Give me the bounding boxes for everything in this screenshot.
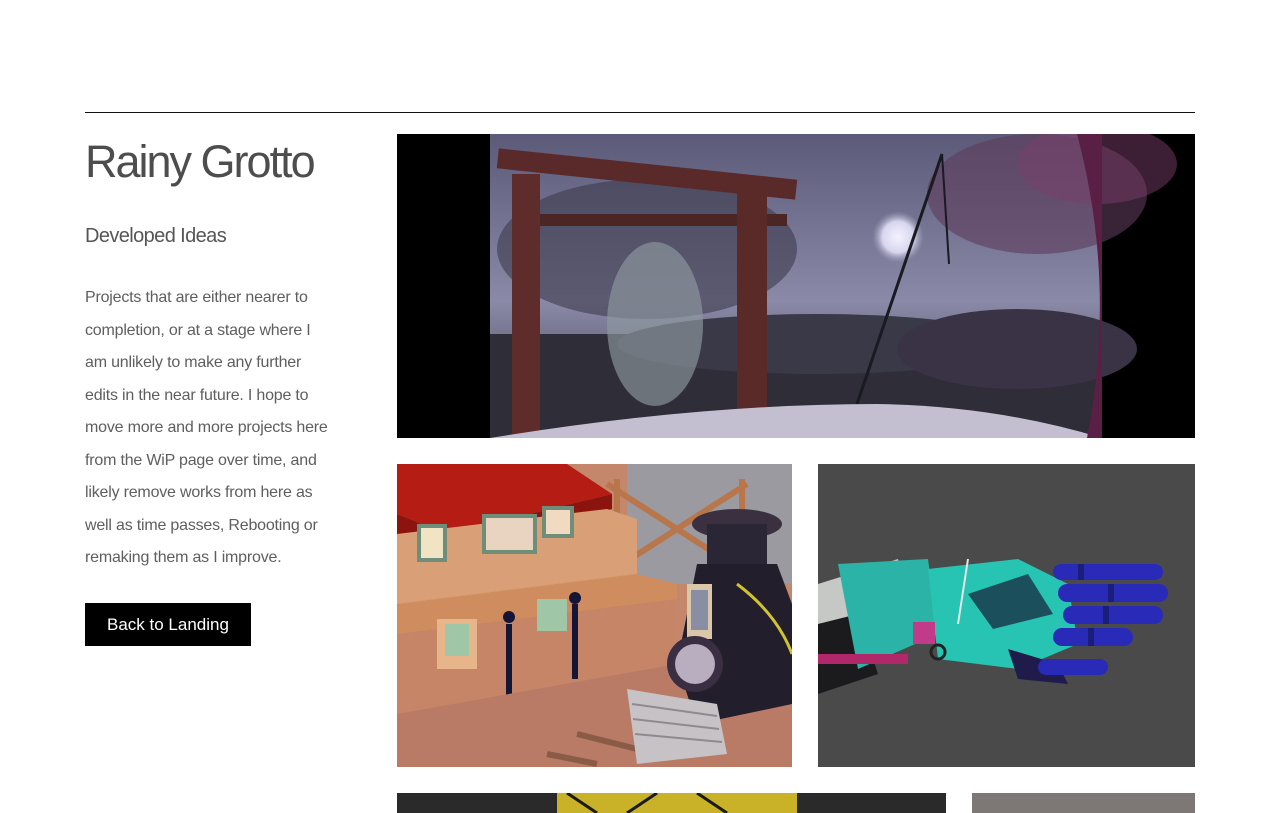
gallery-image-rainy-grotto[interactable] [397, 134, 1195, 438]
sidebar: Rainy Grotto Developed Ideas Projects th… [85, 134, 335, 646]
train-station-artwork [397, 464, 792, 767]
gallery-image-train-station[interactable] [397, 464, 792, 767]
next-left-artwork [397, 793, 946, 813]
rainy-grotto-artwork [397, 134, 1195, 438]
section-description: Projects that are either nearer to compl… [85, 289, 328, 566]
gallery-image-next-left[interactable] [397, 793, 946, 813]
gallery-image-next-right[interactable] [972, 793, 1195, 813]
header-divider [85, 112, 1195, 113]
next-right-artwork [972, 793, 1195, 813]
page-title: Rainy Grotto [85, 136, 316, 187]
back-to-landing-button[interactable]: Back to Landing [85, 602, 251, 646]
section-heading: Developed Ideas [85, 225, 227, 247]
robot-hand-artwork [818, 464, 1195, 767]
gallery-image-robot-hand[interactable] [818, 464, 1195, 767]
